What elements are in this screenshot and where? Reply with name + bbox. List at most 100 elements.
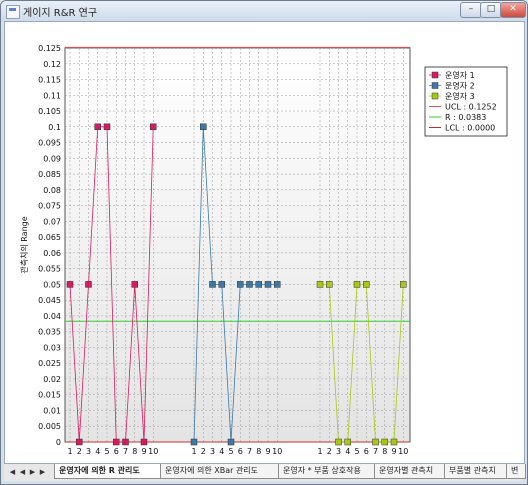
app-window: 게이지 R&R 연구 – □ ✕ 0 0.005 0.01 0.015 0.02 0.02… — [0, 0, 528, 485]
data-point — [76, 438, 83, 446]
data-point — [255, 281, 262, 288]
tab-interaction[interactable]: 운영자 * 부품 상호작용 — [278, 464, 378, 479]
data-point — [400, 281, 407, 288]
x-tick-label: 10 — [398, 447, 408, 456]
data-point — [344, 438, 351, 446]
sheet-tab-bar: ◀ ◀ ▶ ▶ 운영자에 의한 R 관리도 운영자에 의한 XBar 관리도 운… — [4, 463, 526, 481]
legend-marker — [431, 82, 439, 89]
data-point — [122, 438, 129, 446]
y-tick-label: 0 — [56, 438, 61, 447]
x-tick-label: 1 — [317, 447, 322, 456]
x-tick-label: 8 — [256, 447, 261, 456]
data-point — [227, 438, 235, 446]
x-tick-label: 1 — [191, 447, 196, 456]
y-tick-label: 0.035 — [38, 328, 61, 337]
title-bar[interactable]: 게이지 R&R 연구 – □ ✕ — [1, 1, 527, 21]
x-tick-label: 2 — [77, 447, 82, 456]
data-point — [190, 438, 198, 446]
data-point — [85, 281, 92, 288]
x-tick-label: 9 — [265, 447, 270, 456]
legend-marker — [431, 71, 439, 79]
data-point — [246, 281, 253, 288]
x-tick-label: 5 — [228, 447, 233, 456]
tab-nav-next-icon[interactable]: ▶ — [28, 466, 37, 478]
y-tick-label: 0.105 — [38, 107, 61, 116]
y-tick-label: 0.085 — [38, 170, 61, 179]
chart-panel: 0 0.005 0.01 0.015 0.02 0.025 0.03 0.035 0.04 0.0… — [4, 21, 525, 464]
x-tick-label: 2 — [327, 447, 332, 456]
y-tick-label: 0.11 — [43, 91, 61, 100]
legend-label: 운영자 2 — [445, 81, 475, 91]
y-tick-label: 0.065 — [38, 233, 61, 242]
data-point — [140, 438, 148, 446]
legend-label: R : 0.0383 — [445, 113, 486, 122]
x-tick-label: 3 — [336, 447, 341, 456]
y-tick-label: 0.025 — [38, 359, 61, 368]
legend-label: 운영자 3 — [445, 91, 475, 101]
data-point — [274, 281, 281, 288]
y-tick-label: 0.04 — [43, 312, 61, 321]
close-button[interactable]: ✕ — [500, 2, 526, 18]
y-tick-label: 0.045 — [38, 296, 61, 305]
legend-label: 운영자 1 — [445, 70, 475, 80]
tab-xbar-chart[interactable]: 운영자에 의한 XBar 관리도 — [160, 464, 280, 479]
x-tick-label: 4 — [219, 447, 224, 456]
x-tick-label: 6 — [238, 447, 243, 456]
data-point — [381, 438, 388, 446]
y-tick-label: 0.01 — [43, 406, 61, 415]
y-tick-label: 0.075 — [38, 202, 61, 211]
x-tick-label: 2 — [201, 447, 206, 456]
y-tick-label: 0.125 — [38, 44, 61, 53]
plot-area — [64, 47, 411, 443]
data-point — [103, 123, 111, 131]
x-tick-label: 5 — [104, 447, 109, 456]
data-point — [94, 123, 101, 131]
y-tick-label: 0.12 — [43, 60, 61, 69]
x-tick-label: 8 — [132, 447, 137, 456]
y-tick-label: 0.03 — [43, 343, 61, 352]
y-tick-label: 0.015 — [38, 391, 61, 400]
x-tick-label: 7 — [373, 447, 378, 456]
data-point — [150, 123, 157, 131]
minimize-button[interactable]: – — [460, 2, 482, 18]
x-tick-label: 7 — [247, 447, 252, 456]
y-tick-label: 0.055 — [38, 265, 61, 274]
data-point — [218, 281, 225, 288]
tab-r-chart[interactable]: 운영자에 의한 R 관리도 — [54, 464, 162, 479]
tab-by-part[interactable]: 부품별 관측치 — [444, 464, 512, 479]
x-tick-label: 9 — [391, 447, 396, 456]
data-point — [200, 123, 207, 131]
x-tick-label: 3 — [86, 447, 91, 456]
maximize-button[interactable]: □ — [480, 2, 502, 18]
tab-nav-last-icon[interactable]: ▶ — [38, 466, 47, 478]
tab-by-operator[interactable]: 운영자별 관측치 — [374, 464, 448, 479]
data-point — [316, 281, 324, 288]
tab-nav-first-icon[interactable]: ◀ — [8, 466, 17, 478]
x-tick-label: 4 — [95, 447, 100, 456]
y-tick-label: 0.05 — [43, 280, 61, 289]
tab-nav-prev-icon[interactable]: ◀ — [18, 466, 27, 478]
y-axis-label: 관측치의 Range — [19, 216, 29, 273]
data-point — [237, 281, 244, 288]
x-tick-label: 6 — [114, 447, 119, 456]
data-point — [131, 281, 138, 288]
data-point — [326, 281, 333, 288]
y-tick-label: 0.09 — [43, 154, 61, 163]
r-control-chart: 0 0.005 0.01 0.015 0.02 0.025 0.03 0.035 0.04 0.0… — [19, 44, 508, 456]
y-tick-label: 0.02 — [43, 375, 61, 384]
y-tick-label: 0.1 — [48, 123, 61, 132]
x-tick-label: 6 — [364, 447, 369, 456]
data-point — [66, 281, 74, 288]
x-tick-label: 5 — [354, 447, 359, 456]
x-tick-label: 10 — [148, 447, 158, 456]
x-tick-label: 7 — [123, 447, 128, 456]
x-tick-label: 1 — [67, 447, 72, 456]
data-point — [353, 281, 361, 288]
data-point — [363, 281, 370, 288]
y-tick-label: 0.115 — [38, 76, 61, 85]
window-title: 게이지 R&R 연구 — [23, 8, 98, 19]
tab-variance[interactable]: 변 — [506, 464, 526, 479]
legend-label: UCL : 0.1252 — [445, 103, 497, 112]
data-point — [209, 281, 216, 288]
data-point — [113, 438, 120, 446]
